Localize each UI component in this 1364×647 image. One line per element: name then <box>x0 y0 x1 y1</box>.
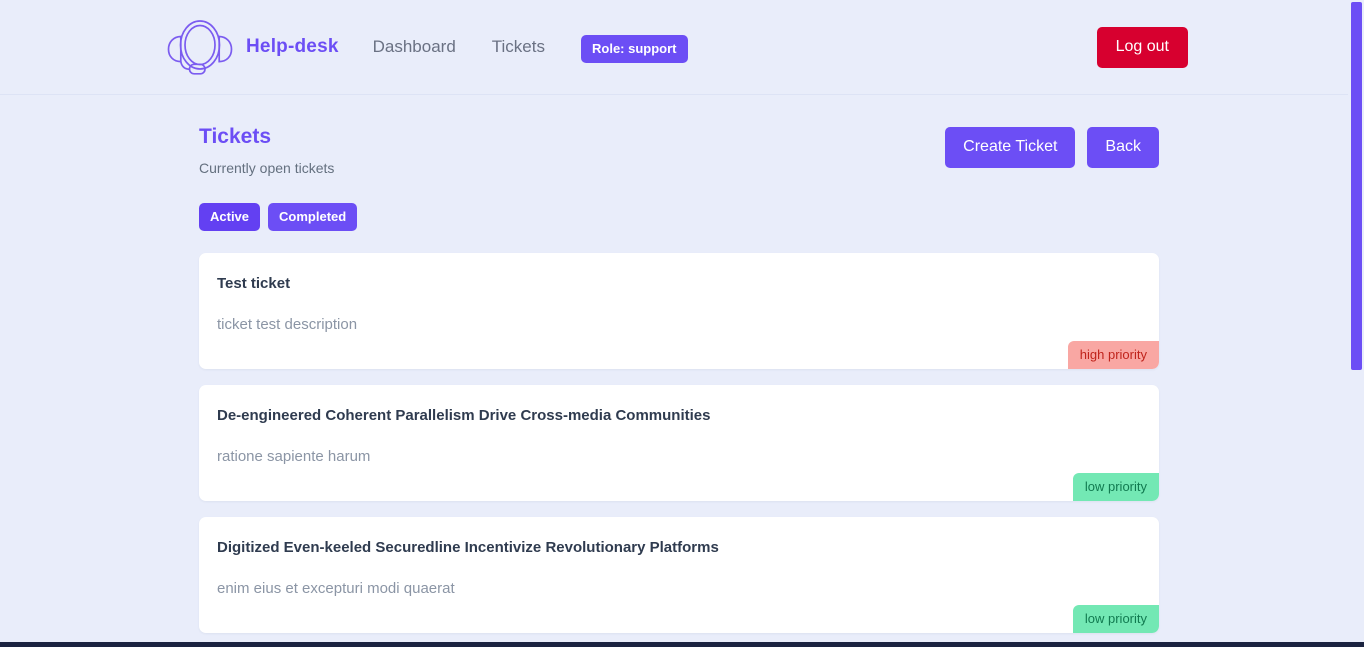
filter-tab-active[interactable]: Active <box>199 203 260 231</box>
bottom-status-bar <box>0 642 1364 647</box>
ticket-list: Test ticket ticket test description high p… <box>0 231 1348 642</box>
page-title: Tickets <box>199 124 945 150</box>
ticket-title: De-engineered Coherent Parallelism Drive… <box>217 406 1135 426</box>
nav-link-tickets[interactable]: Tickets <box>492 37 545 57</box>
nav-link-dashboard[interactable]: Dashboard <box>373 37 456 57</box>
ticket-description: enim eius et excepturi modi quaerat <box>217 579 1135 599</box>
priority-badge: low priority <box>1073 605 1159 633</box>
page-header-text: Tickets Currently open tickets <box>199 124 945 176</box>
ticket-title: Digitized Even-keeled Securedline Incent… <box>217 538 1135 558</box>
headset-icon[interactable] <box>164 14 236 80</box>
page-content: Help-desk Dashboard Tickets Role: suppor… <box>0 0 1348 642</box>
priority-badge: high priority <box>1068 341 1159 369</box>
priority-badge: low priority <box>1073 473 1159 501</box>
role-badge: Role: support <box>581 35 688 63</box>
page-header-actions: Create Ticket Back <box>945 124 1159 168</box>
vertical-scrollbar-track[interactable] <box>1348 0 1364 642</box>
ticket-card[interactable]: Digitized Even-keeled Securedline Incent… <box>199 517 1159 633</box>
page-header: Tickets Currently open tickets Create Ti… <box>0 95 1348 176</box>
ticket-filter-tabs: Active Completed <box>0 176 1348 231</box>
ticket-card[interactable]: Test ticket ticket test description high p… <box>199 253 1159 369</box>
ticket-description: ticket test description <box>217 315 1135 335</box>
ticket-description: ratione sapiente harum <box>217 447 1135 467</box>
ticket-card[interactable]: De-engineered Coherent Parallelism Drive… <box>199 385 1159 501</box>
brand-name[interactable]: Help-desk <box>246 36 339 58</box>
page-viewport: Help-desk Dashboard Tickets Role: suppor… <box>0 0 1364 642</box>
logout-button[interactable]: Log out <box>1097 27 1188 68</box>
filter-tab-completed[interactable]: Completed <box>268 203 357 231</box>
back-button[interactable]: Back <box>1087 127 1159 168</box>
create-ticket-button[interactable]: Create Ticket <box>945 127 1075 168</box>
ticket-title: Test ticket <box>217 274 1135 294</box>
top-navbar: Help-desk Dashboard Tickets Role: suppor… <box>0 0 1348 95</box>
vertical-scrollbar-thumb[interactable] <box>1351 2 1362 370</box>
page-subtitle: Currently open tickets <box>199 160 945 176</box>
